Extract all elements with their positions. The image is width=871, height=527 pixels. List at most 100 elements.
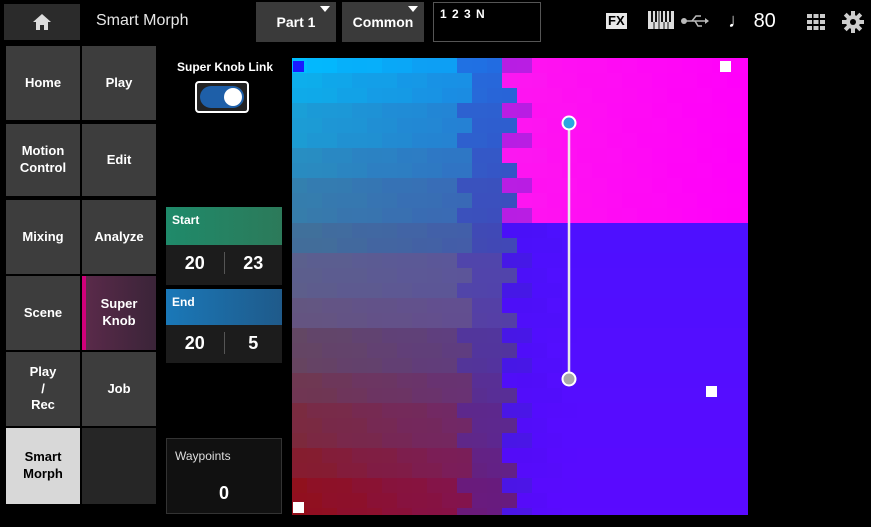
nav-smart-morph[interactable]: Smart Morph [6, 428, 80, 504]
morph-map-cell [532, 388, 547, 403]
morph-map-cell [487, 478, 502, 493]
morph-map-cell [532, 223, 547, 238]
morph-map-cell [472, 268, 487, 283]
morph-map-cell [307, 373, 322, 388]
morph-map-cell [352, 358, 367, 373]
morph-map-cell [427, 343, 442, 358]
dropdown-arrow-icon [320, 6, 330, 12]
common-select-button[interactable]: Common [342, 2, 424, 42]
morph-map-cell [352, 208, 367, 223]
waypoints-label: Waypoints [175, 449, 231, 463]
part-select-button[interactable]: Part 1 [256, 2, 336, 42]
morph-map-cell [622, 193, 637, 208]
morph-map-cell [427, 433, 442, 448]
morph-map-cell [457, 508, 472, 515]
morph-map-cell [382, 103, 397, 118]
morph-map-cell [712, 178, 727, 193]
gear-icon[interactable] [842, 11, 864, 38]
nav-scene[interactable]: Scene [6, 276, 80, 350]
nav-play-rec[interactable]: Play / Rec [6, 352, 80, 426]
morph-map-cell [532, 253, 547, 268]
morph-map-cell [292, 88, 307, 103]
performance-name-box[interactable]: 1 2 3 N [433, 2, 541, 42]
super-knob-link-toggle[interactable] [195, 81, 249, 113]
morph-map-cell [697, 283, 712, 298]
morph-map-cell [637, 478, 652, 493]
morph-map-cell [442, 463, 457, 478]
morph-map-cell [547, 193, 562, 208]
morph-map-cell [517, 208, 532, 223]
morph-map-cell [292, 103, 307, 118]
tempo-display[interactable]: ♩ 80 [728, 10, 776, 33]
morph-map-cell [652, 418, 667, 433]
morph-map-cell [427, 388, 442, 403]
morph-map-cell [547, 208, 562, 223]
start-point-handle[interactable] [561, 115, 577, 131]
tempo-value: 80 [753, 10, 776, 32]
corner-marker-top-left[interactable] [293, 61, 304, 72]
morph-map-cell [712, 448, 727, 463]
morph-map-cell [667, 268, 682, 283]
morph-map-cell [712, 208, 727, 223]
corner-marker-bottom-right[interactable] [706, 386, 717, 397]
morph-map-cell [502, 313, 517, 328]
morph-map-cell [292, 418, 307, 433]
morph-map-cell [682, 118, 697, 133]
subnav-analyze[interactable]: Analyze [82, 200, 156, 274]
end-point-handle[interactable] [561, 371, 577, 387]
end-y-value[interactable]: 5 [225, 333, 283, 354]
home-button[interactable] [4, 4, 80, 40]
morph-map-cell [337, 103, 352, 118]
morph-map-cell [592, 388, 607, 403]
subnav-super-knob[interactable]: Super Knob [82, 276, 156, 350]
morph-map-cell [352, 58, 367, 73]
morph-map-cell [607, 328, 622, 343]
morph-map-cell [472, 283, 487, 298]
morph-map-cell [637, 253, 652, 268]
morph-map-cell [667, 178, 682, 193]
morph-map-cell [637, 208, 652, 223]
morph-map-cell [457, 328, 472, 343]
morph-map-cell [742, 148, 748, 163]
morph-map-cell [592, 133, 607, 148]
morph-map-cell [457, 73, 472, 88]
morph-map-cell [367, 223, 382, 238]
corner-marker-top-right[interactable] [720, 61, 731, 72]
morph-map-cell [727, 268, 742, 283]
start-x-value[interactable]: 20 [166, 253, 224, 274]
grid-icon[interactable] [807, 14, 825, 35]
subnav-job[interactable]: Job [82, 352, 156, 426]
morph-map-cell [667, 358, 682, 373]
morph-map-cell [502, 493, 517, 508]
nav-motion-control[interactable]: Motion Control [6, 124, 80, 196]
morph-map[interactable] [292, 58, 748, 515]
morph-map-cell [562, 58, 577, 73]
morph-map-cell [292, 118, 307, 133]
morph-map-cell [682, 238, 697, 253]
corner-marker-bottom-left[interactable] [293, 502, 304, 513]
end-x-value[interactable]: 20 [166, 333, 224, 354]
start-point-box[interactable]: Start 20 23 [166, 207, 282, 285]
morph-map-cell [637, 433, 652, 448]
morph-map-cell [532, 418, 547, 433]
morph-map-cell [352, 478, 367, 493]
morph-map-cell [742, 253, 748, 268]
morph-map-cell [487, 493, 502, 508]
morph-map-cell [547, 433, 562, 448]
morph-map-cell [592, 163, 607, 178]
nav-home[interactable]: Home [6, 46, 80, 120]
end-point-box[interactable]: End 20 5 [166, 289, 282, 363]
waypoints-box[interactable]: Waypoints 0 [166, 438, 282, 514]
nav-mixing[interactable]: Mixing [6, 200, 80, 274]
start-y-value[interactable]: 23 [225, 253, 283, 274]
morph-map-cell [577, 268, 592, 283]
subnav-play[interactable]: Play [82, 46, 156, 120]
morph-map-cell [502, 268, 517, 283]
morph-map-cell [742, 88, 748, 103]
subnav-edit[interactable]: Edit [82, 124, 156, 196]
morph-map-cell [622, 103, 637, 118]
morph-map-cell [667, 493, 682, 508]
morph-map-cell [352, 118, 367, 133]
morph-map-cell [337, 463, 352, 478]
morph-map-cell [607, 208, 622, 223]
